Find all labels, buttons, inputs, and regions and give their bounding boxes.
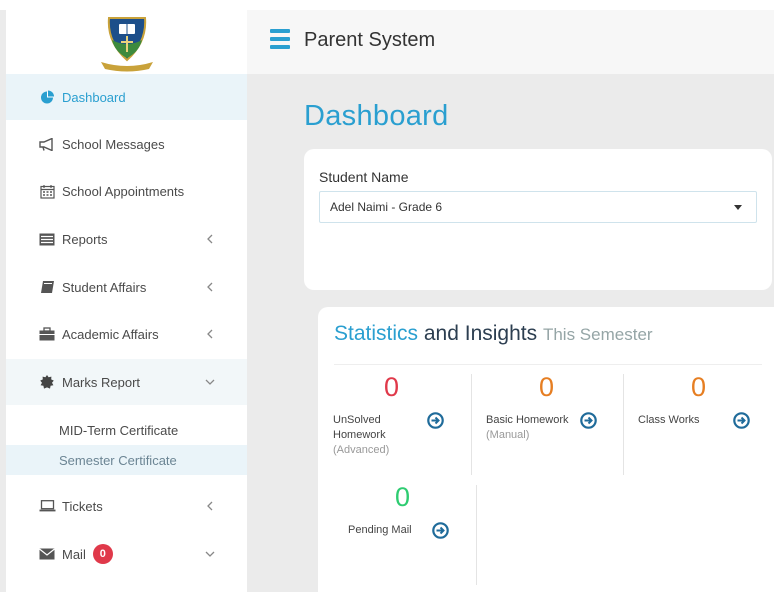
stat-unsolved-homework-value: 0 — [384, 372, 400, 402]
chevron-left-icon — [204, 500, 216, 512]
laptop-icon — [38, 498, 56, 514]
certificate-icon — [38, 374, 56, 390]
stat-pending-mail-label: Pending Mail — [348, 524, 412, 536]
arrow-circle-right-icon[interactable] — [432, 522, 449, 539]
column-divider — [623, 374, 624, 475]
briefcase-icon — [38, 326, 56, 342]
statistics-title: Statistics and Insights This Semester — [334, 322, 653, 346]
chevron-down-icon — [204, 548, 216, 560]
mail-count-badge: 0 — [92, 544, 113, 564]
column-divider — [476, 485, 477, 585]
top-header: Parent System — [247, 10, 774, 74]
student-name-label: Student Name — [319, 169, 409, 185]
chevron-left-icon — [204, 281, 216, 293]
sidebar: Dashboard School Messages School Appoint… — [6, 10, 247, 592]
student-select-card: Student Name Adel Naimi - Grade 6 — [304, 149, 772, 290]
sidebar-item-school-messages[interactable]: School Messages — [6, 121, 247, 167]
sidebar-item-label: School Messages — [62, 136, 165, 152]
arrow-circle-right-icon[interactable] — [733, 412, 750, 429]
subnav-semester-certificate[interactable]: Semester Certificate — [6, 445, 247, 475]
column-divider — [471, 374, 472, 475]
school-logo[interactable] — [6, 10, 247, 74]
subnav-mid-term-certificate[interactable]: MID-Term Certificate — [6, 415, 247, 445]
sidebar-item-label: Tickets — [62, 498, 103, 514]
pie-chart-icon — [38, 89, 56, 105]
sidebar-item-label: Mail — [62, 546, 86, 562]
top-strip — [0, 0, 774, 10]
stat-basic-homework-value: 0 — [539, 372, 555, 402]
sidebar-item-student-affairs[interactable]: Student Affairs — [6, 264, 247, 310]
sidebar-item-mail[interactable]: Mail 0 — [6, 531, 247, 577]
subnav-label: Semester Certificate — [59, 452, 177, 468]
hamburger-menu-icon[interactable] — [270, 29, 290, 51]
sidebar-item-label: Academic Affairs — [62, 326, 159, 342]
stats-title-part3: This Semester — [542, 325, 653, 344]
sidebar-item-label: Marks Report — [62, 374, 141, 390]
sidebar-item-dashboard[interactable]: Dashboard — [6, 74, 247, 120]
stat-class-works-value: 0 — [691, 372, 707, 402]
school-logo-icon — [100, 17, 153, 72]
calendar-icon — [38, 183, 56, 199]
sidebar-item-school-appointments[interactable]: School Appointments — [6, 168, 247, 214]
statistics-card: Statistics and Insights This Semester 0 … — [318, 307, 774, 592]
sidebar-item-tickets[interactable]: Tickets — [6, 483, 247, 529]
sidebar-item-label: Student Affairs — [62, 279, 147, 295]
subnav-label: MID-Term Certificate — [59, 422, 179, 438]
stats-title-part1: Statistics — [334, 322, 419, 345]
book-icon — [38, 279, 56, 295]
sidebar-item-academic-affairs[interactable]: Academic Affairs — [6, 311, 247, 357]
stats-title-part2: and Insights — [423, 322, 538, 345]
arrow-circle-right-icon[interactable] — [427, 412, 444, 429]
sidebar-item-label: Reports — [62, 231, 108, 247]
stat-pending-mail-value: 0 — [395, 482, 411, 512]
list-icon — [38, 231, 56, 247]
envelope-icon — [38, 546, 56, 562]
stat-class-works-label: Class Works — [638, 414, 700, 426]
chevron-left-icon — [204, 233, 216, 245]
sidebar-item-label: School Appointments — [62, 183, 185, 199]
caret-down-icon — [734, 205, 742, 210]
sidebar-item-reports[interactable]: Reports — [6, 216, 247, 262]
sidebar-item-marks-report[interactable]: Marks Report — [6, 359, 247, 405]
chevron-left-icon — [204, 328, 216, 340]
page-title: Dashboard — [304, 100, 449, 132]
app-title: Parent System — [304, 29, 436, 51]
student-select[interactable]: Adel Naimi - Grade 6 — [319, 191, 757, 223]
stat-unsolved-homework-label: UnSolved Homework (Advanced) — [333, 414, 390, 456]
sidebar-item-label: Dashboard — [62, 89, 126, 105]
stats-divider — [334, 364, 762, 365]
chevron-down-icon — [204, 376, 216, 388]
stat-basic-homework-label: Basic Homework (Manual) — [486, 414, 569, 441]
megaphone-icon — [38, 136, 56, 152]
arrow-circle-right-icon[interactable] — [580, 412, 597, 429]
student-select-value: Adel Naimi - Grade 6 — [330, 200, 443, 214]
